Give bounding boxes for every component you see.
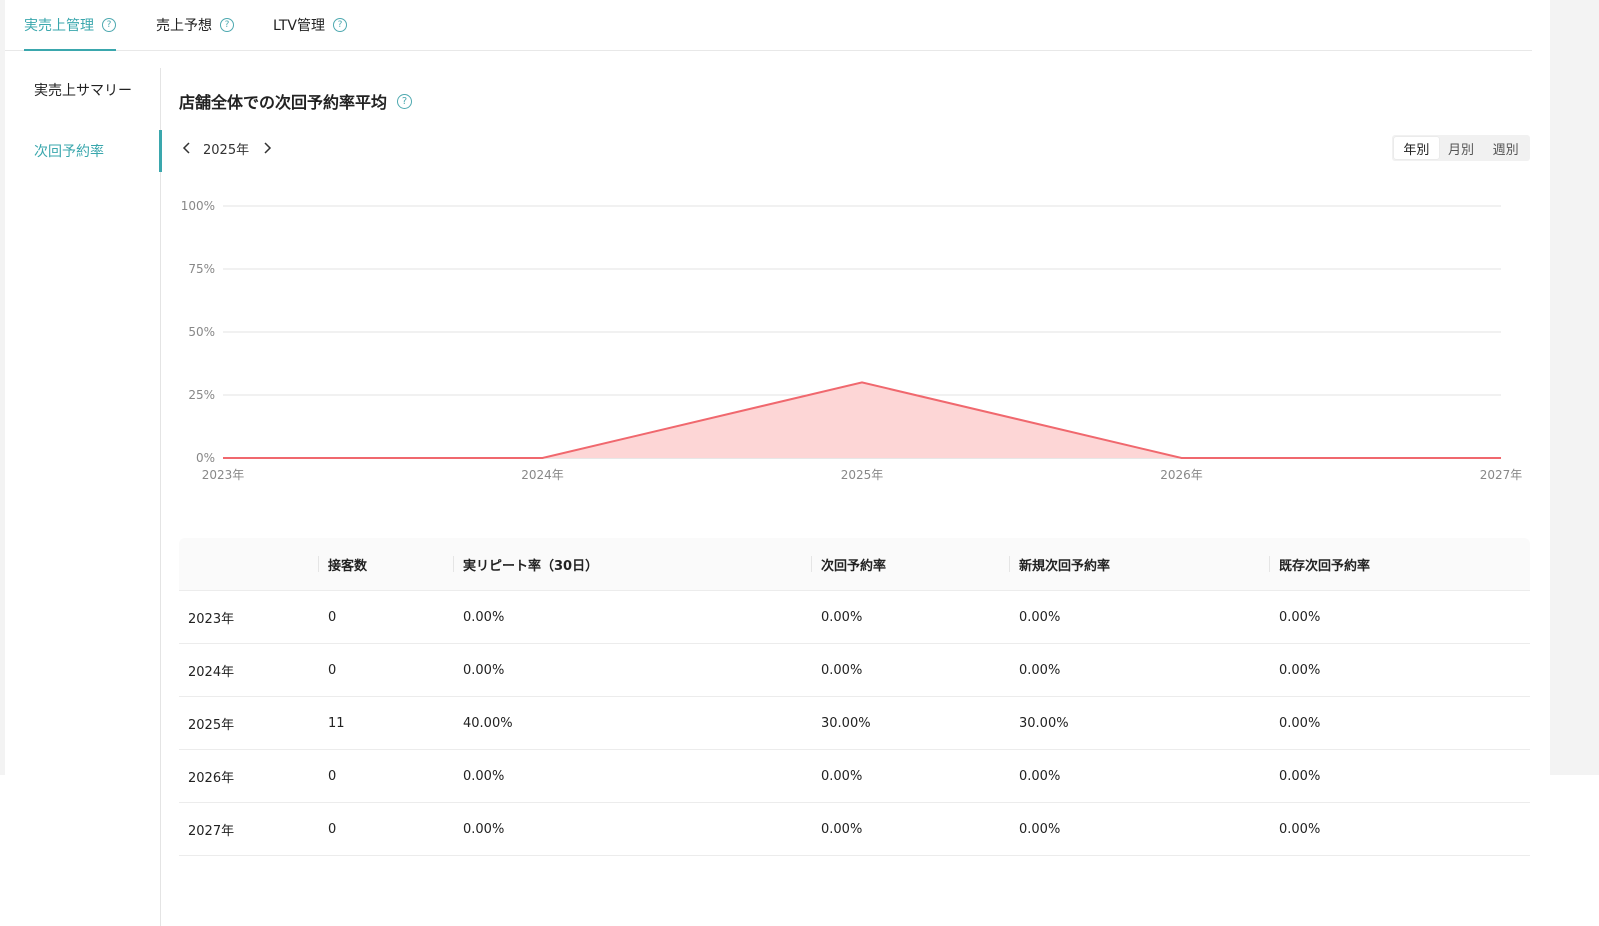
series-area [223, 382, 1501, 458]
x-tick-label: 2027年 [1480, 468, 1523, 482]
table-row: 2026年 0 0.00% 0.00% 0.00% 0.00% [179, 750, 1530, 803]
help-icon[interactable]: ? [102, 18, 116, 32]
year-navigator: 2025年 [179, 136, 275, 160]
table-cell: 0.00% [821, 768, 863, 784]
table-cell: 11 [328, 715, 345, 731]
header-cell: 新規次回予約率 [1008, 538, 1110, 590]
y-tick-label: 50% [188, 325, 215, 339]
sidebar-item-label: 次回予約率 [34, 144, 104, 160]
header-cell: 実リピート率（30日） [452, 538, 598, 590]
table-cell: 0.00% [1279, 821, 1321, 837]
reservation-rate-table: 接客数 実リピート率（30日） 次回予約率 新規次回予約率 既存次回予約率 20… [179, 538, 1530, 856]
table-row: 2025年 11 40.00% 30.00% 30.00% 0.00% [179, 697, 1530, 750]
table-cell: 0.00% [821, 662, 863, 678]
y-tick-label: 75% [188, 262, 215, 276]
table-row: 2023年 0 0.00% 0.00% 0.00% 0.00% [179, 591, 1530, 644]
table-cell: 0.00% [1019, 609, 1061, 625]
sidebar: 実売上サマリー 次回予約率 [5, 68, 162, 926]
top-tabs: 実売上管理 ? 売上予想 ? LTV管理 ? [5, 0, 1532, 51]
sidebar-item-sales-summary[interactable]: 実売上サマリー [5, 69, 160, 111]
header-cell: 既存次回予約率 [1268, 538, 1370, 590]
table-cell: 0 [328, 768, 337, 784]
period-monthly-button[interactable]: 月別 [1439, 137, 1484, 159]
y-tick-label: 25% [188, 388, 215, 402]
page-title-text: 店舗全体での次回予約率平均 [179, 93, 388, 112]
table-cell: 0.00% [1019, 768, 1061, 784]
table-cell: 2024年 [188, 664, 235, 680]
table-cell: 0.00% [1279, 715, 1321, 731]
sidebar-item-label: 実売上サマリー [34, 83, 132, 99]
chevron-right-icon[interactable] [259, 138, 275, 158]
sidebar-item-next-reservation-rate[interactable]: 次回予約率 [5, 130, 162, 172]
period-weekly-button[interactable]: 週別 [1483, 137, 1528, 159]
period-toggle: 年別 月別 週別 [1392, 135, 1530, 161]
tab-sales-management[interactable]: 実売上管理 ? [24, 0, 116, 51]
table-cell: 0.00% [1279, 768, 1321, 784]
x-tick-label: 2024年 [521, 468, 564, 482]
tab-label: LTV管理 [273, 18, 326, 34]
table-header: 接客数 実リピート率（30日） 次回予約率 新規次回予約率 既存次回予約率 [179, 538, 1530, 591]
header-cell: 接客数 [317, 538, 367, 590]
table-cell: 0.00% [821, 609, 863, 625]
table-cell: 0.00% [463, 609, 505, 625]
right-edge [1550, 0, 1599, 775]
table-cell: 0 [328, 609, 337, 625]
tab-label: 実売上管理 [24, 18, 94, 34]
tab-sales-forecast[interactable]: 売上予想 ? [156, 0, 234, 50]
table-cell: 0.00% [1019, 821, 1061, 837]
table-cell: 0.00% [821, 821, 863, 837]
table-cell: 0 [328, 821, 337, 837]
table-cell: 2026年 [188, 770, 235, 786]
table-cell: 2023年 [188, 611, 235, 627]
table-cell: 0.00% [1279, 609, 1321, 625]
page-title: 店舗全体での次回予約率平均 ? [179, 88, 413, 114]
table-cell: 0.00% [463, 662, 505, 678]
x-tick-label: 2026年 [1160, 468, 1203, 482]
tab-label: 売上予想 [156, 18, 212, 34]
reservation-rate-chart: 0% 25% 50% 75% 100% 2023年 2024年 2025年 2026年 2027年 [181, 199, 1523, 482]
table-cell: 2027年 [188, 823, 235, 839]
table-cell: 0.00% [1019, 662, 1061, 678]
help-icon[interactable]: ? [333, 18, 348, 32]
x-tick-label: 2025年 [841, 468, 884, 482]
table-row: 2024年 0 0.00% 0.00% 0.00% 0.00% [179, 644, 1530, 697]
table-cell: 0.00% [463, 821, 505, 837]
help-icon[interactable]: ? [397, 93, 413, 109]
page: 実売上管理 ? 売上予想 ? LTV管理 ? 実売上サマリー 次回予約率 店舗全… [5, 0, 1550, 926]
header-cell: 次回予約率 [810, 538, 886, 590]
y-tick-label: 0% [196, 451, 215, 465]
chevron-left-icon[interactable] [179, 138, 195, 158]
table-row: 2027年 0 0.00% 0.00% 0.00% 0.00% [179, 803, 1530, 856]
period-yearly-button[interactable]: 年別 [1394, 137, 1439, 159]
help-icon[interactable]: ? [220, 18, 234, 32]
table-cell: 40.00% [463, 715, 513, 731]
table-cell: 0 [328, 662, 337, 678]
table-cell: 30.00% [1019, 715, 1069, 731]
year-label: 2025年 [203, 142, 250, 158]
table-cell: 0.00% [1279, 662, 1321, 678]
table-cell: 0.00% [463, 768, 505, 784]
x-tick-label: 2023年 [202, 468, 245, 482]
table-cell: 30.00% [821, 715, 871, 731]
tab-ltv-management[interactable]: LTV管理 ? [273, 0, 348, 50]
table-cell: 2025年 [188, 717, 235, 733]
y-tick-label: 100% [181, 199, 215, 213]
